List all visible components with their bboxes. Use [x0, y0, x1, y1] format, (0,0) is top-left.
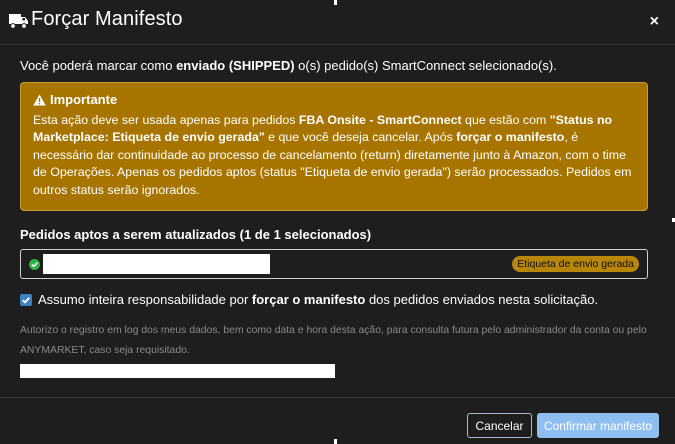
important-alert: Importante Esta ação deve ser usada apen… — [20, 82, 648, 211]
modal-footer: Cancelar Confirmar manifesto — [0, 397, 675, 444]
checkmark-icon — [22, 297, 30, 304]
status-badge: Etiqueta de envio gerada — [512, 256, 639, 272]
force-manifest-modal: Forçar Manifesto × Você poderá marcar co… — [0, 0, 675, 444]
order-id — [43, 254, 270, 274]
alert-title: Importante — [33, 91, 635, 109]
signature-input[interactable] — [20, 364, 335, 378]
cancel-button[interactable]: Cancelar — [467, 413, 532, 438]
check-circle-icon — [29, 259, 40, 270]
order-list-item[interactable]: Etiqueta de envio gerada — [20, 249, 648, 279]
responsibility-label[interactable]: Assumo inteira responsabilidade por forç… — [38, 292, 598, 307]
consent-text: Autorizo o registro em log dos meus dado… — [20, 325, 647, 356]
alert-text: Esta ação deve ser usada apenas para ped… — [33, 112, 632, 197]
modal-header: Forçar Manifesto × — [0, 0, 675, 45]
edge-mark — [334, 439, 337, 444]
close-icon[interactable]: × — [650, 13, 659, 31]
responsibility-checkbox[interactable] — [20, 294, 32, 306]
warning-icon — [33, 94, 46, 106]
edge-mark — [334, 0, 337, 5]
modal-title: Forçar Manifesto — [31, 8, 183, 30]
truck-icon — [9, 14, 28, 29]
modal-body: Você poderá marcar como enviado (SHIPPED… — [0, 45, 675, 397]
confirm-manifest-button[interactable]: Confirmar manifesto — [537, 413, 659, 438]
intro-text: Você poderá marcar como enviado (SHIPPED… — [20, 58, 557, 73]
orders-section-title: Pedidos aptos a serem atualizados (1 de … — [20, 227, 372, 242]
